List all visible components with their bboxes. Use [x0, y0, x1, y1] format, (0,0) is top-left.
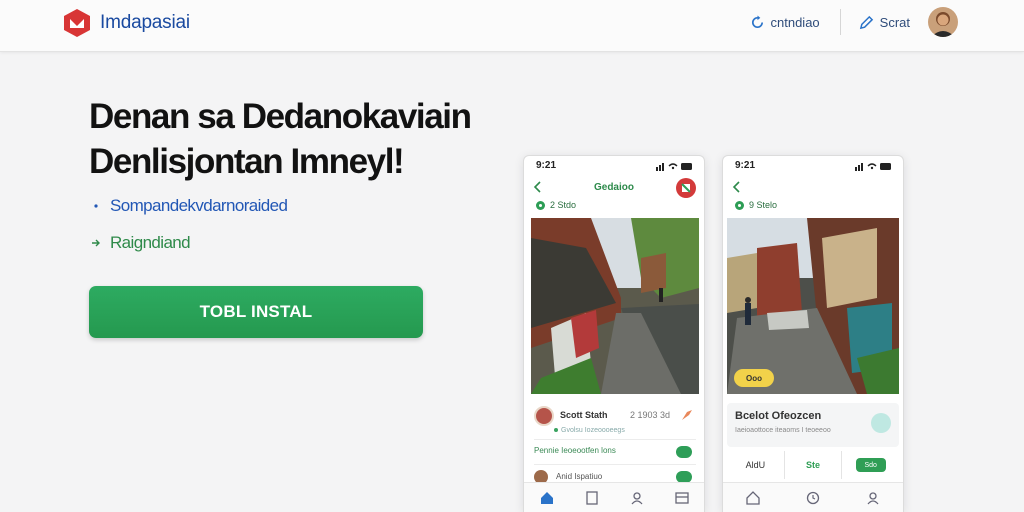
location-pin-icon [536, 200, 545, 210]
bullet-dot-icon [94, 204, 98, 208]
header-divider [839, 9, 841, 35]
action-1[interactable]: AldU [727, 451, 785, 479]
location-pin-icon [735, 200, 744, 210]
divider [534, 464, 696, 465]
avatar-photo [928, 7, 958, 37]
status-icons [855, 163, 891, 171]
comment-text: Pennie Ieoeootfen lons [534, 446, 616, 455]
feature-item-1: Sompandekvdarnoraided [90, 196, 288, 216]
share-icon[interactable] [680, 408, 694, 422]
comment-row[interactable]: Pennie Ieoeootfen lons [534, 446, 696, 462]
top-link-2[interactable]: Scrat [859, 15, 910, 30]
action-3-label: Sdo [855, 458, 886, 472]
pen-icon [859, 15, 873, 29]
location-row: 2 Stdo [536, 200, 576, 210]
street-photo-image [727, 218, 899, 394]
post-subtitle: Gvolsu Iozeoooeegs [554, 427, 625, 434]
post-author-avatar[interactable] [534, 406, 554, 426]
tab-bar [524, 482, 704, 512]
status-time: 9:21 [536, 160, 557, 171]
location-row: 9 Stelo [735, 200, 777, 210]
clock-icon[interactable] [806, 491, 820, 505]
phone-mockup-2: 9:21 9 Stelo Ooo Bcelot Ofeozcen Iaeioao… [722, 155, 904, 512]
profile-icon[interactable] [630, 491, 644, 505]
card-title: Bcelot Ofeozcen [735, 410, 822, 422]
hero-title-line-1: Denan sa Dedanokaviain [89, 97, 472, 136]
location-label: 9 Stelo [749, 200, 778, 210]
status-pill-label: Ooo [746, 373, 762, 383]
install-button[interactable]: TOBL INSTAL [89, 286, 423, 338]
refresh-icon [751, 14, 763, 28]
author-name: Anid Ispatiuo [556, 472, 603, 481]
action-2[interactable]: Ste [785, 451, 843, 479]
status-bar: 9:21 [723, 156, 903, 176]
back-arrow-icon[interactable] [731, 180, 743, 194]
brand-name: Imdapasiai [100, 12, 190, 33]
action-1-label: AldU [745, 460, 766, 470]
menu-icon[interactable] [674, 491, 689, 505]
hero-title: Denan sa Dedanokaviain Denlisjontan Imne… [89, 94, 509, 184]
top-link-1[interactable]: cntndiao [750, 15, 820, 30]
info-card[interactable]: Bcelot Ofeozcen Iaeioaottoce iteaoms I t… [727, 403, 899, 447]
action-row: AldU Ste Sdo [727, 451, 899, 479]
post-header: Scott Stath 2 1903 3d [534, 406, 696, 428]
home-icon[interactable] [540, 491, 554, 505]
post-author-name[interactable]: Scott Stath [560, 410, 608, 420]
nav-row: Gedaioo [524, 176, 704, 202]
report-icon[interactable] [676, 178, 696, 198]
post-time: 2 1903 3d [630, 410, 671, 420]
status-time: 9:21 [735, 160, 756, 171]
nav-row [723, 176, 903, 202]
feature-2-label: Raigndiand [110, 233, 191, 252]
comment-badge [676, 446, 692, 458]
top-actions: cntndiao Scrat [750, 7, 958, 37]
arrow-right-icon [92, 239, 100, 247]
status-pill[interactable]: Ooo [734, 369, 774, 387]
street-photo [531, 218, 699, 394]
user-avatar[interactable] [928, 7, 958, 37]
tab-bar [723, 482, 903, 512]
hero-title-line-2: Denlisjontan Imneyl! [89, 142, 405, 181]
card-subtitle: Iaeioaottoce iteaoms I teoeeoo [735, 427, 831, 434]
feature-1-label: Sompandekvdarnoraided [110, 196, 288, 215]
top-link-2-label: Scrat [879, 14, 910, 30]
action-2-label: Ste [806, 460, 821, 470]
location-label: 2 Stdo [550, 200, 577, 210]
document-icon[interactable] [585, 490, 599, 505]
street-photo-image [531, 218, 699, 394]
status-bar: 9:21 [524, 156, 704, 176]
action-3[interactable]: Sdo [842, 451, 899, 479]
brand-logo-icon [64, 9, 90, 37]
flag-glyph [681, 183, 691, 193]
home-icon[interactable] [746, 490, 760, 505]
divider [534, 439, 696, 440]
brand[interactable]: Imdapasiai [62, 8, 190, 38]
status-icons [656, 163, 692, 171]
top-link-1-label: cntndiao [770, 14, 820, 30]
profile-icon[interactable] [866, 491, 880, 505]
feature-item-2: Raigndiand [90, 233, 191, 253]
street-photo [727, 218, 899, 394]
phone-mockup-1: 9:21 Gedaioo 2 Stdo Scott Stath 2 1903 3… [523, 155, 705, 512]
top-bar: Imdapasiai cntndiao Scrat [0, 0, 1024, 52]
smile-icon [871, 413, 891, 433]
